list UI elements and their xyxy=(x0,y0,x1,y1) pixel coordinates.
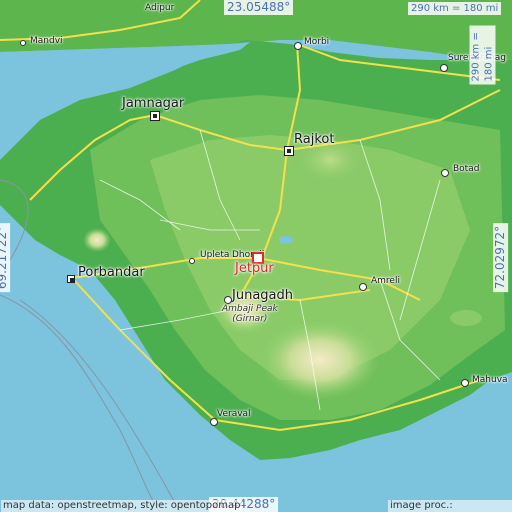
coord-top: 23.05488° xyxy=(224,0,294,15)
rajkot-marker xyxy=(284,146,294,156)
coord-left: 69.21722° xyxy=(0,222,11,293)
place-morbi[interactable]: Morbi xyxy=(304,38,329,47)
mahuva-dot xyxy=(461,379,469,387)
place-junagadh[interactable]: Junagadh xyxy=(232,289,293,302)
scale-vertical: 290 km = 180 mi xyxy=(469,25,496,85)
attribution-right[interactable]: image proc.: elevation.city xyxy=(388,500,512,512)
lake xyxy=(279,236,293,244)
morbi-dot xyxy=(294,42,302,50)
botad-dot xyxy=(441,169,449,177)
place-porbandar[interactable]: Porbandar xyxy=(78,266,145,279)
gir-hills xyxy=(260,320,380,400)
porbandar-marker xyxy=(67,275,75,283)
peak-label[interactable]: Ambaji Peak (Girnar) xyxy=(222,304,278,325)
mandvi-dot xyxy=(20,40,26,46)
place-mandvi[interactable]: Mandvi xyxy=(30,37,63,46)
place-adipur[interactable]: Adipur xyxy=(145,4,174,13)
reservoir-island xyxy=(450,310,482,326)
barda-hills xyxy=(83,228,111,252)
place-jamnagar[interactable]: Jamnagar xyxy=(122,97,184,110)
attribution-left[interactable]: map data: openstreetmap, style: opentopo… xyxy=(1,500,243,512)
junagadh-dot xyxy=(224,296,232,304)
place-jetpur[interactable]: Jetpur xyxy=(235,261,274,276)
coord-right: 72.02972° xyxy=(493,222,509,293)
upleta-dot xyxy=(189,258,195,264)
surendranagar-dot xyxy=(440,64,448,72)
place-upleta[interactable]: Upleta xyxy=(200,251,229,260)
amreli-dot xyxy=(359,283,367,291)
place-botad[interactable]: Botad xyxy=(453,165,479,174)
place-veraval[interactable]: Veraval xyxy=(217,410,251,419)
place-rajkot[interactable]: Rajkot xyxy=(294,133,334,146)
place-girnar: (Girnar) xyxy=(232,313,268,324)
place-mahuva[interactable]: Mahuva xyxy=(472,376,508,385)
scale-horizontal: 290 km = 180 mi xyxy=(408,2,502,15)
veraval-dot xyxy=(210,418,218,426)
place-amreli[interactable]: Amreli xyxy=(371,277,400,286)
map-canvas[interactable]: Adipur Mandvi Morbi Surendranag Jamnagar… xyxy=(0,0,512,512)
jamnagar-marker xyxy=(150,111,160,121)
